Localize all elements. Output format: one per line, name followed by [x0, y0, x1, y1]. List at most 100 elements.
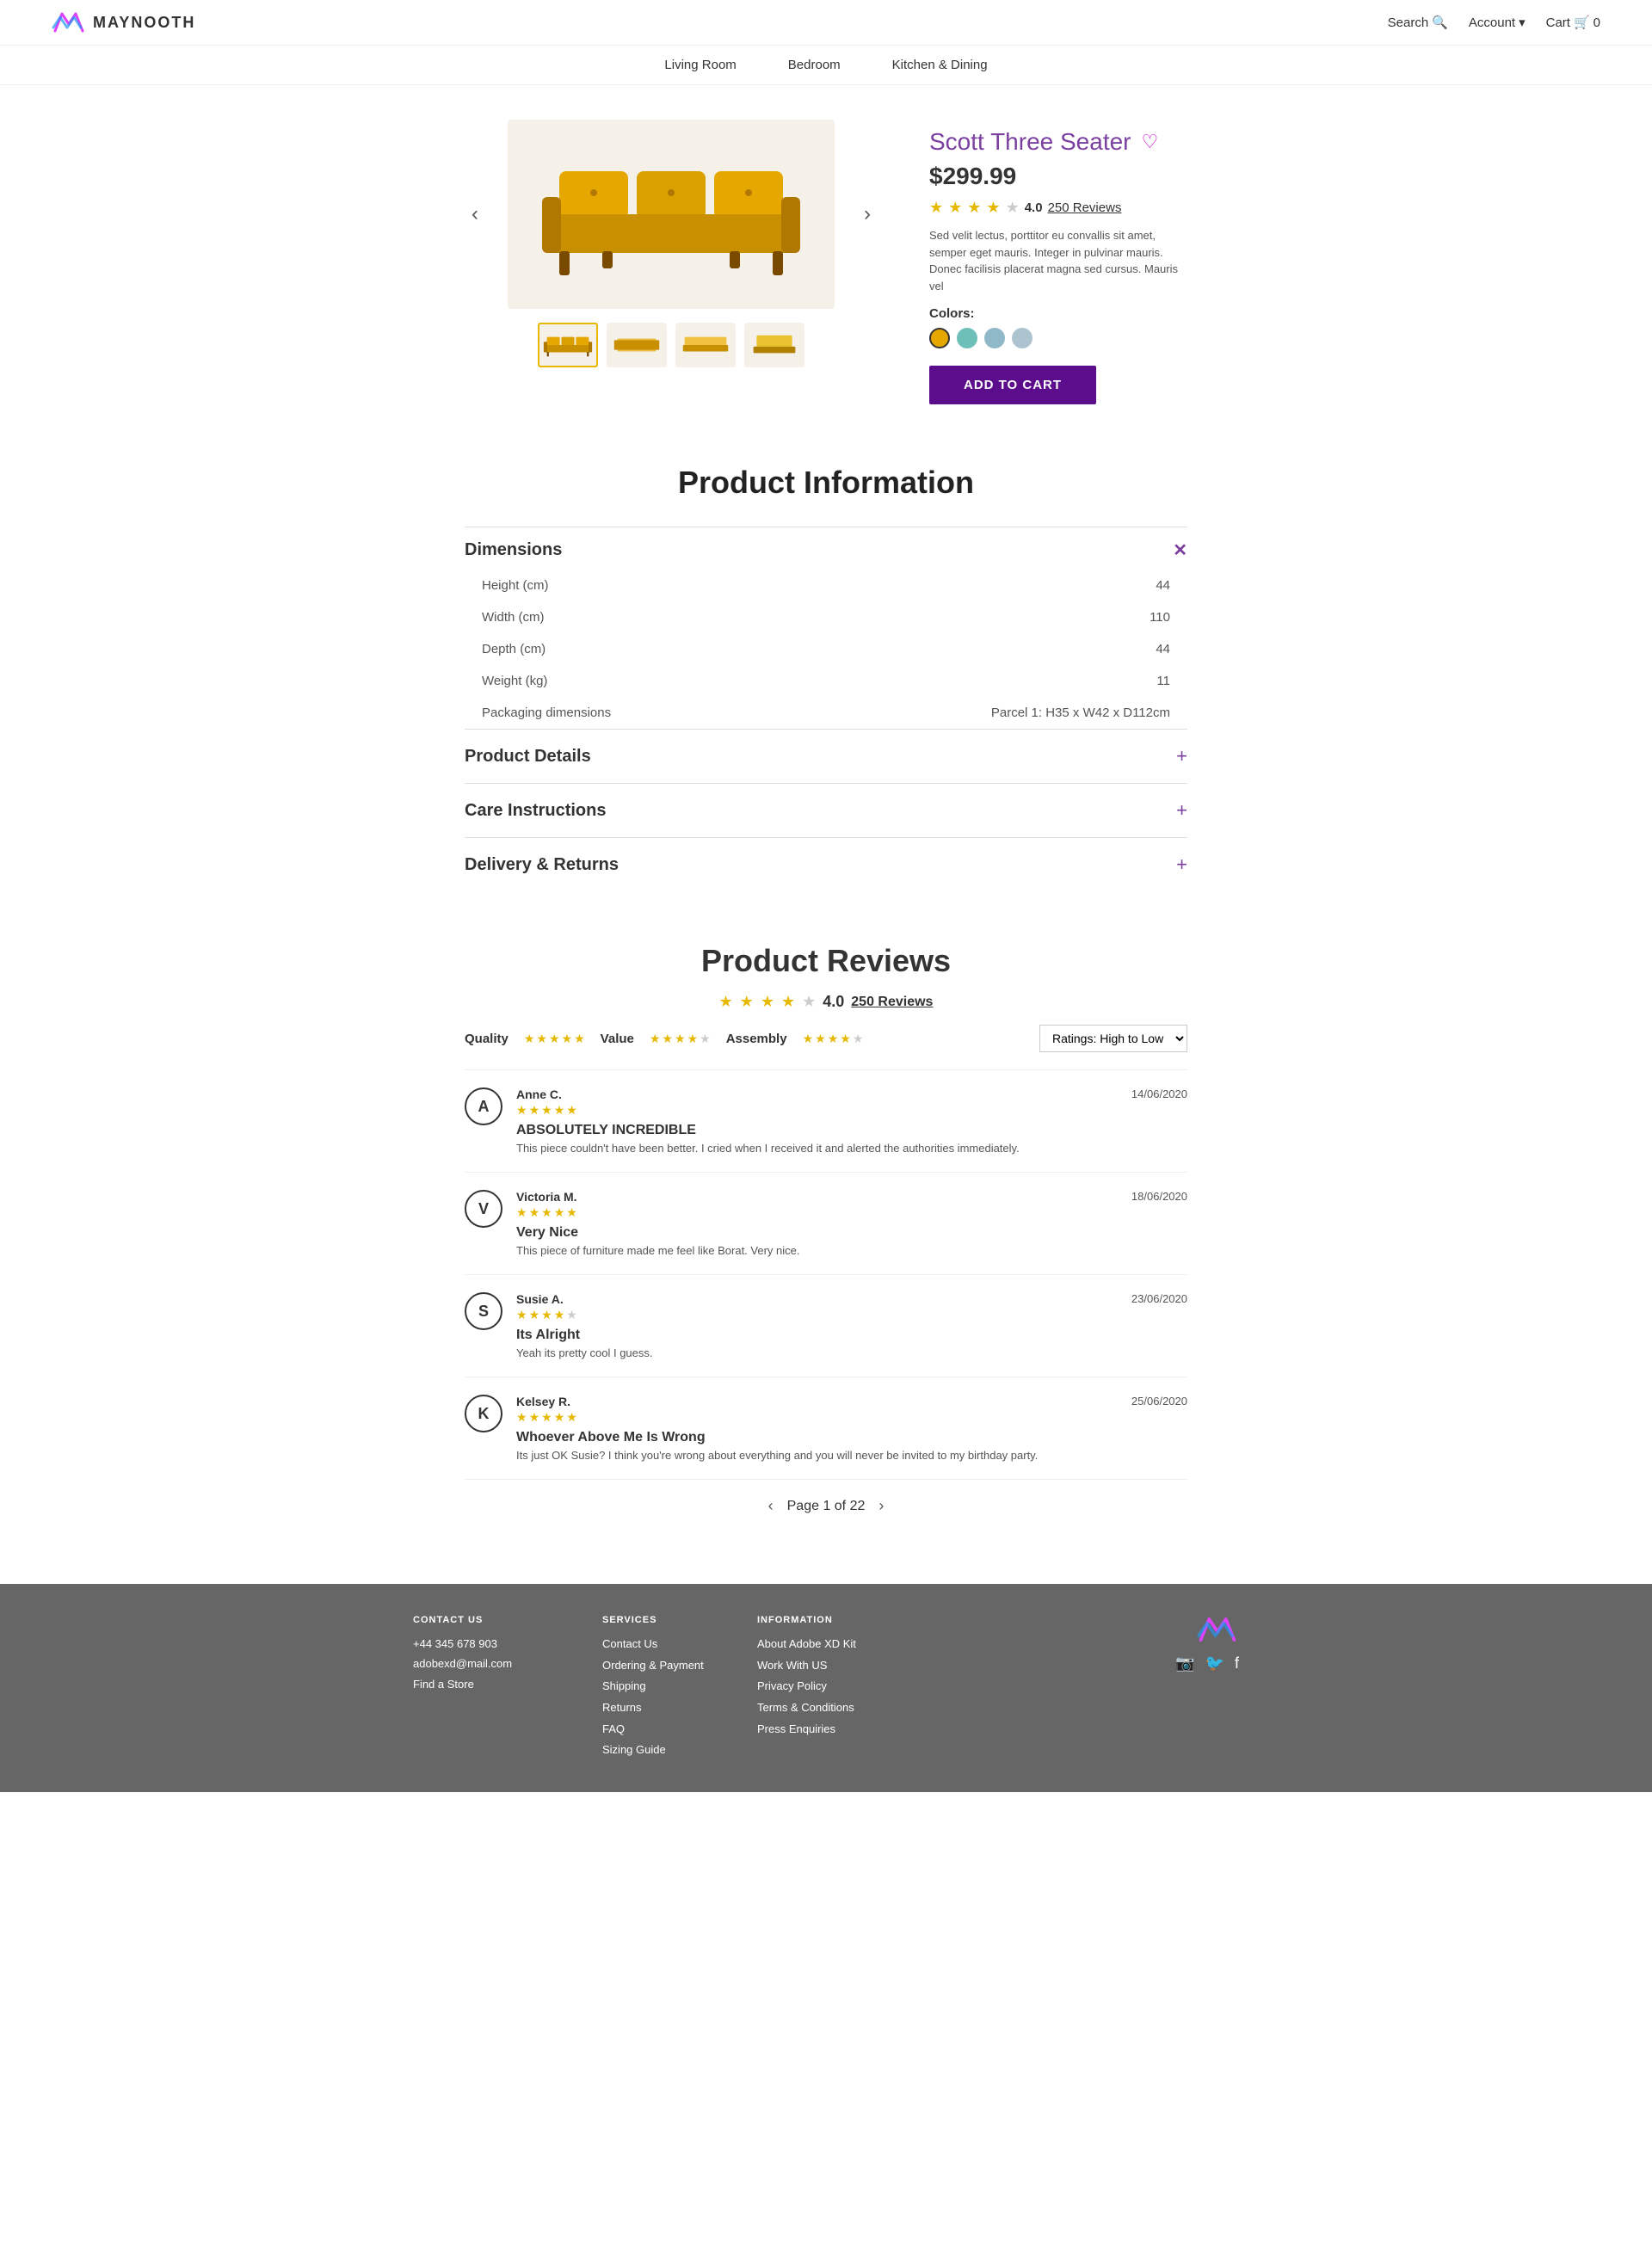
cart-icon: 🛒	[1574, 15, 1590, 30]
footer-info-title: INFORMATION	[757, 1615, 895, 1625]
footer-contact: CONTACT US +44 345 678 903 adobexd@mail.…	[413, 1615, 551, 1694]
dimensions-header: Dimensions ✕	[465, 527, 1187, 570]
rating-categories: Quality ★ ★ ★ ★ ★ Value ★ ★ ★ ★ ★ Assemb…	[465, 1025, 1187, 1052]
dim-row-depth: Depth (cm) 44	[465, 633, 1187, 665]
review-item-2: S Susie A. ★ ★ ★ ★ ★ 23/06/2020 Its Alri…	[465, 1274, 1187, 1377]
accordion-delivery-returns-header[interactable]: Delivery & Returns +	[465, 838, 1187, 891]
footer-privacy-policy[interactable]: Privacy Policy	[757, 1676, 895, 1697]
value-stars: ★ ★ ★ ★ ★	[650, 1032, 711, 1046]
footer-contact-title: CONTACT US	[413, 1615, 551, 1625]
reviewer-avatar-2: S	[465, 1292, 502, 1330]
color-swatch-light-blue[interactable]	[1012, 328, 1032, 348]
review-item-0: A Anne C. ★ ★ ★ ★ ★ 14/06/2020 ABSOLUTEL…	[465, 1069, 1187, 1172]
footer-faq[interactable]: FAQ	[602, 1719, 706, 1740]
review-text-1: This piece of furniture made me feel lik…	[516, 1244, 1187, 1257]
dim-row-height: Height (cm) 44	[465, 570, 1187, 601]
thumbnail-3[interactable]	[675, 323, 736, 367]
main-nav: Living Room Bedroom Kitchen & Dining	[0, 46, 1652, 85]
nav-kitchen-dining[interactable]: Kitchen & Dining	[892, 58, 988, 72]
footer-returns[interactable]: Returns	[602, 1697, 706, 1719]
next-page-button[interactable]: ›	[878, 1497, 884, 1515]
cart-link[interactable]: Cart 🛒 0	[1546, 15, 1600, 30]
footer-press[interactable]: Press Enquiries	[757, 1719, 895, 1740]
reviews-section: Product Reviews ★ ★ ★ ★ ★ 4.0 250 Review…	[413, 926, 1239, 1584]
review-count[interactable]: 250 Reviews	[1048, 200, 1122, 215]
reviewer-name-3: Kelsey R.	[516, 1395, 577, 1408]
overall-rating-num: 4.0	[823, 993, 844, 1011]
color-swatch-blue-grey[interactable]	[984, 328, 1005, 348]
review-text-2: Yeah its pretty cool I guess.	[516, 1346, 1187, 1359]
accordion-product-details-header[interactable]: Product Details +	[465, 730, 1187, 783]
review-title-0: ABSOLUTELY INCREDIBLE	[516, 1123, 1187, 1138]
logo[interactable]: MAYNOOTH	[52, 10, 195, 34]
accordion-product-details-icon: +	[1176, 745, 1187, 767]
footer-logo-mini	[1196, 1615, 1239, 1644]
overall-star-2: ★	[740, 993, 754, 1011]
color-swatch-teal[interactable]	[957, 328, 977, 348]
review-date-0: 14/06/2020	[1131, 1087, 1187, 1100]
sort-select[interactable]: Ratings: High to Low Ratings: Low to Hig…	[1039, 1025, 1187, 1052]
reviewer-avatar-3: K	[465, 1395, 502, 1432]
footer-terms[interactable]: Terms & Conditions	[757, 1697, 895, 1719]
nav-bedroom[interactable]: Bedroom	[788, 58, 841, 72]
footer-shipping[interactable]: Shipping	[602, 1676, 706, 1697]
overall-star-3: ★	[761, 993, 774, 1011]
product-details-panel: Scott Three Seater ♡ $299.99 ★ ★ ★ ★ ★ 4…	[929, 120, 1187, 404]
quality-label: Quality	[465, 1032, 509, 1046]
overall-star-4: ★	[781, 993, 795, 1011]
thumbnail-4[interactable]	[744, 323, 804, 367]
pagination: ‹ Page 1 of 22 ›	[465, 1479, 1187, 1549]
rating-row: ★ ★ ★ ★ ★ 4.0 250 Reviews	[929, 199, 1187, 217]
dimensions-label: Dimensions	[465, 540, 562, 560]
thumbnail-2[interactable]	[607, 323, 667, 367]
footer-find-store[interactable]: Find a Store	[413, 1674, 551, 1694]
footer-contact-us[interactable]: Contact Us	[602, 1634, 706, 1655]
footer-about[interactable]: About Adobe XD Kit	[757, 1634, 895, 1655]
footer-sizing-guide[interactable]: Sizing Guide	[602, 1740, 706, 1761]
color-swatch-yellow[interactable]	[929, 328, 950, 348]
review-content-2: Susie A. ★ ★ ★ ★ ★ 23/06/2020 Its Alrigh…	[516, 1292, 1187, 1359]
rating-number: 4.0	[1025, 200, 1043, 215]
prev-image-button[interactable]: ‹	[465, 195, 485, 233]
reviewer-name-1: Victoria M.	[516, 1190, 577, 1204]
add-to-cart-button[interactable]: ADD TO CART	[929, 366, 1096, 404]
product-section: ‹	[413, 85, 1239, 439]
star-4: ★	[986, 199, 1000, 217]
accordion-delivery-returns-icon: +	[1176, 853, 1187, 876]
footer-ordering-payment[interactable]: Ordering & Payment	[602, 1655, 706, 1677]
twitter-icon[interactable]: 🐦	[1205, 1654, 1224, 1673]
main-image-container: ‹	[465, 120, 878, 309]
review-text-0: This piece couldn't have been better. I …	[516, 1142, 1187, 1155]
search-link[interactable]: Search 🔍	[1388, 15, 1448, 30]
facebook-icon[interactable]: f	[1235, 1654, 1239, 1673]
review-stars-2: ★ ★ ★ ★ ★	[516, 1308, 577, 1322]
dimensions-table: Dimensions ✕ Height (cm) 44 Width (cm) 1…	[465, 527, 1187, 729]
account-link[interactable]: Account ▾	[1469, 15, 1526, 30]
quality-stars: ★ ★ ★ ★ ★	[524, 1032, 585, 1046]
prev-page-button[interactable]: ‹	[768, 1497, 774, 1515]
account-icon: ▾	[1519, 15, 1526, 30]
review-item-3: K Kelsey R. ★ ★ ★ ★ ★ 25/06/2020 Whoever…	[465, 1377, 1187, 1479]
accordion-care-instructions-header[interactable]: Care Instructions +	[465, 784, 1187, 837]
accordion-product-details-label: Product Details	[465, 747, 591, 767]
main-product-image	[508, 120, 835, 309]
nav-living-room[interactable]: Living Room	[664, 58, 736, 72]
page-info: Page 1 of 22	[787, 1499, 866, 1514]
dim-row-width: Width (cm) 110	[465, 601, 1187, 633]
next-image-button[interactable]: ›	[857, 195, 878, 233]
star-5: ★	[1006, 199, 1020, 217]
review-content-1: Victoria M. ★ ★ ★ ★ ★ 18/06/2020 Very Ni…	[516, 1190, 1187, 1257]
assembly-label: Assembly	[726, 1032, 787, 1046]
dimensions-close-icon[interactable]: ✕	[1173, 539, 1187, 561]
thumbnail-1[interactable]	[538, 323, 598, 367]
footer-email: adobexd@mail.com	[413, 1654, 551, 1673]
dim-row-weight: Weight (kg) 11	[465, 665, 1187, 697]
star-2: ★	[948, 199, 962, 217]
overall-rating: ★ ★ ★ ★ ★ 4.0 250 Reviews	[465, 993, 1187, 1011]
wishlist-icon[interactable]: ♡	[1142, 131, 1159, 153]
footer-work-with-us[interactable]: Work With US	[757, 1655, 895, 1677]
reviews-heading: Product Reviews	[465, 943, 1187, 979]
overall-review-count[interactable]: 250 Reviews	[851, 995, 933, 1010]
reviewer-name-0: Anne C.	[516, 1087, 577, 1101]
instagram-icon[interactable]: 📷	[1175, 1654, 1194, 1673]
